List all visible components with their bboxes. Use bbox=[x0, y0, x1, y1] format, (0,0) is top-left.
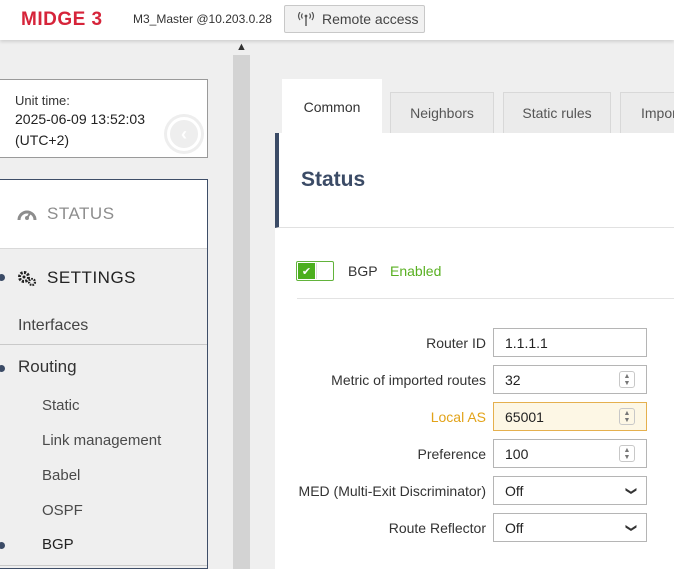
router-id-label: Router ID bbox=[426, 335, 486, 351]
bgp-status-panel: Status ✔ BGP Enabled Router ID Metric of… bbox=[275, 133, 674, 569]
midge-logo: MIDGE 3 bbox=[21, 9, 103, 30]
tab-neighbors[interactable]: Neighbors bbox=[390, 92, 494, 133]
preference-value: 100 bbox=[505, 445, 529, 462]
nav-settings[interactable]: SETTINGS bbox=[0, 250, 207, 305]
med-select[interactable]: Off ❯ bbox=[493, 476, 647, 505]
scrollbar-thumb[interactable] bbox=[233, 55, 250, 569]
preference-label: Preference bbox=[417, 446, 486, 462]
route-reflector-select[interactable]: Off ❯ bbox=[493, 513, 647, 542]
unit-time-label: Unit time: bbox=[15, 93, 70, 108]
menu-divider bbox=[0, 344, 207, 345]
nav-routing-bgp[interactable]: BGP bbox=[42, 536, 74, 553]
collapse-sidebar-button[interactable]: ‹ bbox=[164, 114, 204, 154]
antenna-icon bbox=[297, 12, 315, 26]
top-bar: MIDGE 3 M3_Master @10.203.0.28 Remote ac… bbox=[0, 0, 674, 40]
route-reflector-value: Off bbox=[505, 519, 524, 536]
nav-routing-babel[interactable]: Babel bbox=[42, 467, 80, 484]
active-indicator-dot bbox=[0, 365, 5, 372]
form-labels: Router ID Metric of imported routes Loca… bbox=[275, 133, 486, 569]
route-reflector-label: Route Reflector bbox=[388, 520, 486, 536]
nav-routing[interactable]: Routing bbox=[18, 357, 77, 377]
tab-static-rules[interactable]: Static rules bbox=[503, 92, 611, 133]
device-identity: M3_Master @10.203.0.28 bbox=[133, 12, 272, 26]
preference-input[interactable]: 100 ▲ ▼ bbox=[493, 439, 647, 468]
nav-routing-static[interactable]: Static bbox=[42, 397, 80, 414]
local-as-label: Local AS bbox=[430, 409, 486, 425]
tab-import[interactable]: Impor bbox=[620, 92, 674, 133]
chevron-down-icon[interactable]: ❯ bbox=[618, 513, 645, 542]
scroll-up-arrow-icon[interactable]: ▲ bbox=[234, 40, 249, 54]
tab-common[interactable]: Common bbox=[282, 79, 382, 134]
stepper-icon[interactable]: ▲ ▼ bbox=[619, 445, 635, 462]
stepper-icon[interactable]: ▲ ▼ bbox=[619, 408, 635, 425]
navigation-menu: STATUS SETTINGS Interfaces Routing Stati… bbox=[0, 179, 208, 569]
local-as-value: 65001 bbox=[505, 408, 544, 425]
active-indicator-dot bbox=[0, 542, 5, 549]
nav-status-label: STATUS bbox=[47, 204, 115, 223]
med-value: Off bbox=[505, 482, 524, 499]
nav-settings-label: SETTINGS bbox=[47, 267, 137, 287]
stepper-icon[interactable]: ▲ ▼ bbox=[619, 371, 635, 388]
remote-access-button[interactable]: Remote access bbox=[284, 5, 425, 33]
router-id-value: 1.1.1.1 bbox=[505, 334, 548, 351]
remote-access-label: Remote access bbox=[322, 11, 419, 27]
menu-divider bbox=[0, 565, 207, 566]
nav-routing-link-management[interactable]: Link management bbox=[42, 432, 161, 449]
nav-interfaces[interactable]: Interfaces bbox=[18, 317, 88, 335]
nav-routing-ospf[interactable]: OSPF bbox=[42, 502, 83, 519]
sidebar-scrollbar[interactable] bbox=[233, 55, 250, 569]
med-label: MED (Multi-Exit Discriminator) bbox=[298, 483, 486, 499]
speedometer-icon bbox=[17, 205, 37, 223]
chevron-left-icon: ‹ bbox=[167, 117, 201, 151]
nav-status[interactable]: STATUS bbox=[0, 180, 207, 249]
local-as-input[interactable]: 65001 ▲ ▼ bbox=[493, 402, 647, 431]
router-id-input[interactable]: 1.1.1.1 bbox=[493, 328, 647, 357]
metric-value: 32 bbox=[505, 371, 521, 388]
metric-label: Metric of imported routes bbox=[331, 372, 486, 388]
gears-icon bbox=[17, 269, 37, 287]
metric-input[interactable]: 32 ▲ ▼ bbox=[493, 365, 647, 394]
chevron-down-icon[interactable]: ❯ bbox=[618, 476, 645, 505]
